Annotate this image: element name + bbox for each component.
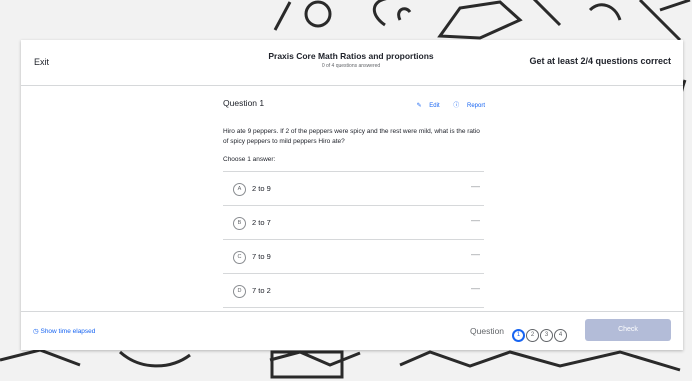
quiz-modal: Exit Praxis Core Math Ratios and proport…	[21, 40, 683, 350]
quiz-footer: ◷ Show time elapsed Question 1234 Check	[21, 311, 683, 350]
choice-text: 2 to 9	[252, 184, 271, 193]
choice-letter: B	[233, 217, 246, 230]
clock-icon: ◷	[33, 328, 39, 335]
choice-letter: A	[233, 183, 246, 196]
title-block: Praxis Core Math Ratios and proportions …	[231, 51, 471, 69]
choice-text: 2 to 7	[252, 218, 271, 227]
question-actions: ✎ Edit ⓘ Report	[405, 100, 485, 109]
more-icon: —	[471, 249, 480, 259]
choice-d[interactable]: D 7 to 2 —	[223, 273, 484, 308]
question-dot-2[interactable]: 2	[526, 329, 539, 342]
question-dot-1[interactable]: 1	[512, 329, 525, 342]
question-dot-3[interactable]: 3	[540, 329, 553, 342]
exit-button[interactable]: Exit	[34, 57, 49, 67]
show-time-button[interactable]: ◷ Show time elapsed	[33, 327, 95, 335]
choice-a[interactable]: A 2 to 9 —	[223, 171, 484, 205]
question-header: Question 1 ✎ Edit ⓘ Report	[223, 98, 485, 112]
choice-text: 7 to 2	[252, 286, 271, 295]
question-nav-label: Question	[470, 326, 505, 336]
more-icon: —	[471, 181, 480, 191]
progress-subtitle: 0 of 4 questions answered	[321, 63, 381, 69]
question-dots: 1234	[512, 323, 568, 342]
question-text: Hiro ate 9 peppers. If 2 of the peppers …	[223, 128, 480, 145]
report-label: Report	[466, 103, 485, 109]
choice-c[interactable]: C 7 to 9 —	[223, 239, 484, 273]
choose-prompt: Choose 1 answer:	[223, 156, 276, 163]
edit-button[interactable]: ✎ Edit	[411, 103, 440, 109]
choice-b[interactable]: B 2 to 7 —	[223, 205, 484, 239]
choice-letter: C	[233, 251, 246, 264]
choice-text: 7 to 9	[252, 252, 271, 261]
more-icon: —	[471, 215, 480, 225]
report-button[interactable]: ⓘ Report	[447, 103, 485, 109]
show-time-label: Show time elapsed	[40, 328, 96, 335]
question-dot-4[interactable]: 4	[554, 329, 567, 342]
quiz-header: Exit Praxis Core Math Ratios and proport…	[21, 40, 683, 86]
check-button[interactable]: Check	[585, 319, 671, 341]
edit-label: Edit	[429, 103, 440, 109]
goal-text: Get at least 2/4 questions correct	[529, 56, 671, 66]
more-icon: —	[471, 283, 480, 293]
question-title: Question 1	[223, 98, 265, 108]
edit-icon: ✎	[416, 103, 422, 109]
choice-letter: D	[233, 285, 246, 298]
page-title: Praxis Core Math Ratios and proportions	[268, 51, 434, 61]
info-icon: ⓘ	[453, 103, 460, 109]
